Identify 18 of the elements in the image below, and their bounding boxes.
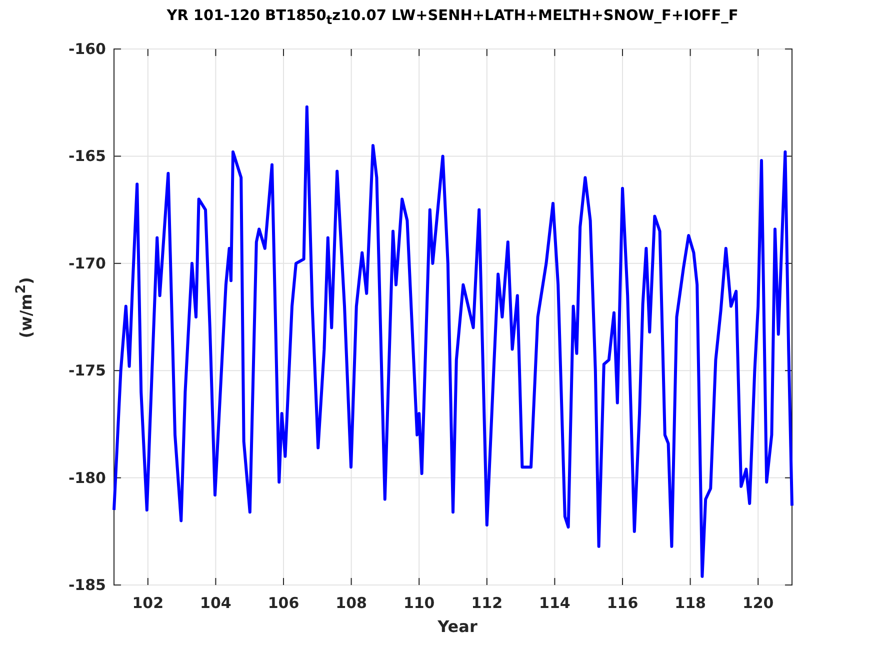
y-tick-label: -170 — [68, 254, 106, 272]
x-axis-label: Year — [438, 617, 478, 636]
y-tick-label: -185 — [68, 576, 106, 594]
x-tick-label: 112 — [471, 594, 503, 612]
x-tick-label: 114 — [539, 594, 570, 612]
y-tick-label: -160 — [68, 40, 106, 58]
x-tick-label: 118 — [674, 594, 706, 612]
x-tick-label: 102 — [132, 594, 164, 612]
y-tick-label: -180 — [68, 468, 106, 487]
x-tick-label: 104 — [200, 594, 232, 612]
x-tick-label: 110 — [403, 594, 435, 612]
x-tick-label: 120 — [742, 594, 774, 612]
y-tick-label: -165 — [68, 147, 106, 166]
x-tick-label: 116 — [606, 594, 638, 612]
x-tick-label: 106 — [268, 594, 300, 612]
x-tick-label: 108 — [336, 594, 367, 612]
y-tick-label: -175 — [68, 362, 106, 380]
chart-title: YR 101-120 BT1850$_{t}$z10.07 LW+SENH+LATH+MELTH+SNOW_F+IOFF_F — [166, 7, 738, 29]
